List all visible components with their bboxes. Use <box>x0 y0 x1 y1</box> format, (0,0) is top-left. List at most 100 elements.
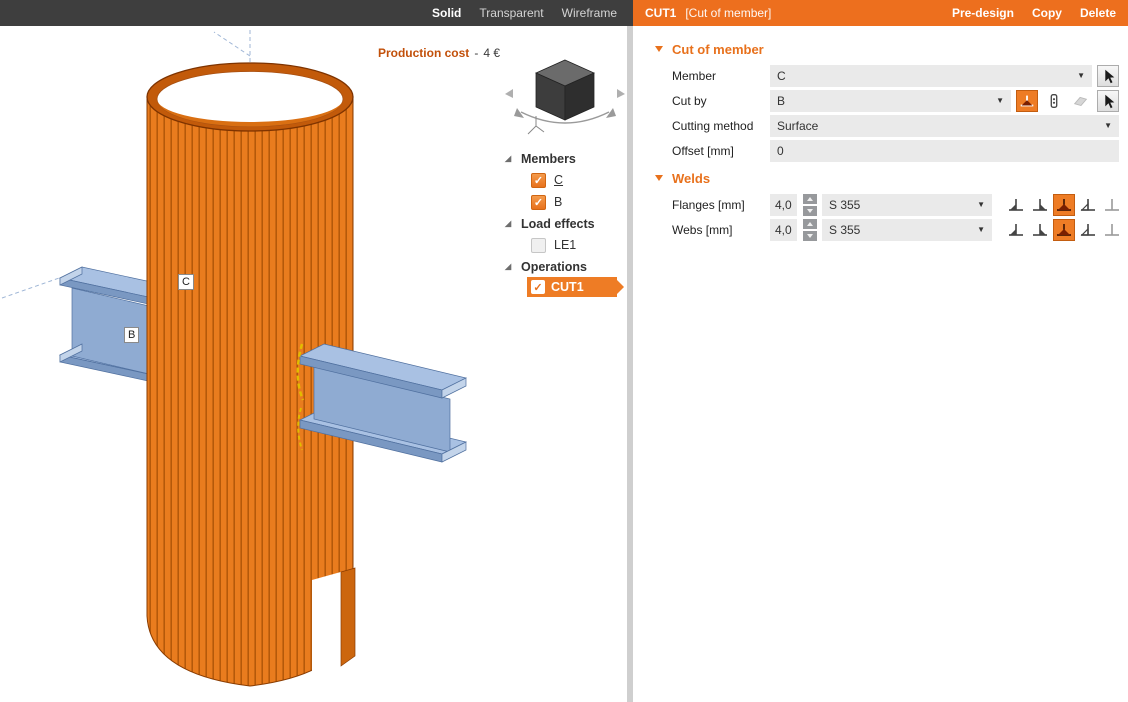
contact-plate-button[interactable] <box>1070 90 1092 112</box>
view-mode-transparent[interactable]: Transparent <box>479 6 543 20</box>
section-cut-of-member[interactable]: Cut of member <box>633 38 1119 60</box>
tree-item-label[interactable]: C <box>554 173 563 187</box>
tree-section-members: ◢ Members ✓ C ✓ B <box>505 148 632 213</box>
row-cut-by: Cut by B ▼ <box>633 88 1119 113</box>
tree-item-label[interactable]: B <box>554 195 562 209</box>
weld-double-fillet-button[interactable] <box>1053 194 1075 216</box>
bolt-option-button[interactable] <box>1043 90 1065 112</box>
member-c-tag: C <box>178 274 194 290</box>
row-cutting-method: Cutting method Surface ▼ <box>633 113 1119 138</box>
weld-butt-icon <box>1103 221 1121 239</box>
tree-header-operations[interactable]: ◢ Operations <box>505 256 632 277</box>
stepper-up-button[interactable] <box>803 219 817 229</box>
webs-size-input[interactable]: 4,0 <box>770 219 797 241</box>
scene-3d[interactable] <box>0 26 627 702</box>
viewport-3d[interactable]: Production cost - 4 € C B <box>0 26 627 702</box>
row-offset: Offset [mm] 0 <box>633 138 1119 163</box>
chevron-down-icon: ▼ <box>1098 121 1112 130</box>
cutting-method-value: Surface <box>777 119 818 133</box>
production-cost-label: Production cost <box>378 46 469 60</box>
flanges-material-dropdown[interactable]: S 355 ▼ <box>822 194 992 216</box>
stepper-down-button[interactable] <box>803 206 817 216</box>
operation-header: CUT1 [Cut of member] Pre-design Copy Del… <box>633 0 1128 26</box>
cursor-select-icon <box>1099 67 1117 85</box>
expander-icon: ◢ <box>505 219 521 228</box>
member-label: Member <box>672 69 770 83</box>
cutting-method-dropdown[interactable]: Surface ▼ <box>770 115 1119 137</box>
expander-icon: ◢ <box>505 154 521 163</box>
offset-value: 0 <box>777 144 784 158</box>
chevron-down-icon: ▼ <box>990 96 1004 105</box>
checkbox-member-c[interactable]: ✓ <box>531 173 546 188</box>
arrow-up-icon <box>807 197 813 201</box>
cut-by-dropdown[interactable]: B ▼ <box>770 90 1011 112</box>
weld-fillet-front-button[interactable] <box>1005 194 1027 216</box>
member-b-tag: B <box>124 327 139 343</box>
cut-by-label: Cut by <box>672 94 770 108</box>
operation-title: CUT1 <box>645 6 676 20</box>
weld-fillet-front-icon <box>1007 196 1025 214</box>
operation-subtitle: [Cut of member] <box>685 6 771 20</box>
weld-bevel-button[interactable] <box>1077 219 1099 241</box>
nav-cube[interactable] <box>536 60 594 120</box>
cut-by-select-in-scene-button[interactable] <box>1097 90 1119 112</box>
weld-double-fillet-icon <box>1055 196 1073 214</box>
tree-item-label[interactable]: CUT1 <box>551 280 584 294</box>
weld-fillet-front-button[interactable] <box>1005 219 1027 241</box>
tree-item-cut1[interactable]: ✓ CUT1 <box>527 277 617 297</box>
production-cost: Production cost - 4 € <box>350 46 500 60</box>
flanges-size-stepper <box>803 194 817 216</box>
member-dropdown[interactable]: C ▼ <box>770 65 1092 87</box>
webs-label: Webs [mm] <box>672 223 770 237</box>
arrow-down-icon <box>807 209 813 213</box>
expander-icon: ◢ <box>505 262 521 271</box>
weld-butt-icon <box>1103 196 1121 214</box>
stepper-up-button[interactable] <box>803 194 817 204</box>
tree-item-member-c[interactable]: ✓ C <box>505 169 632 191</box>
flanges-label: Flanges [mm] <box>672 198 770 212</box>
webs-size-stepper <box>803 219 817 241</box>
tree-item-label[interactable]: LE1 <box>554 238 576 252</box>
tree-item-member-b[interactable]: ✓ B <box>505 191 632 213</box>
weld-fillet-back-button[interactable] <box>1029 194 1051 216</box>
checkbox-le1[interactable] <box>531 238 546 253</box>
weld-option-button[interactable] <box>1016 90 1038 112</box>
bolt-option-icon <box>1045 92 1063 110</box>
member-select-in-scene-button[interactable] <box>1097 65 1119 87</box>
copy-button[interactable]: Copy <box>1032 6 1062 20</box>
tree-section-label: Operations <box>521 260 587 274</box>
view-mode-solid[interactable]: Solid <box>432 6 461 20</box>
flanges-size-input[interactable]: 4,0 <box>770 194 797 216</box>
predesign-button[interactable]: Pre-design <box>952 6 1014 20</box>
delete-button[interactable]: Delete <box>1080 6 1116 20</box>
stepper-down-button[interactable] <box>803 231 817 241</box>
webs-material-dropdown[interactable]: S 355 ▼ <box>822 219 992 241</box>
checkbox-cut1[interactable]: ✓ <box>531 280 545 294</box>
weld-option-icon <box>1018 92 1036 110</box>
tree-section-operations: ◢ Operations ✓ CUT1 <box>505 256 632 297</box>
section-welds[interactable]: Welds <box>633 167 1119 189</box>
weld-bevel-icon <box>1079 196 1097 214</box>
collapse-arrow-icon <box>655 46 663 52</box>
member-value: C <box>777 69 786 83</box>
weld-butt-button[interactable] <box>1101 219 1123 241</box>
offset-input[interactable]: 0 <box>770 140 1119 162</box>
weld-double-fillet-button[interactable] <box>1053 219 1075 241</box>
weld-fillet-back-button[interactable] <box>1029 219 1051 241</box>
row-flanges: Flanges [mm] 4,0 S 355 ▼ <box>633 192 1119 217</box>
tree-header-members[interactable]: ◢ Members <box>505 148 632 169</box>
view-mode-wireframe[interactable]: Wireframe <box>562 6 617 20</box>
checkbox-member-b[interactable]: ✓ <box>531 195 546 210</box>
check-icon: ✓ <box>534 174 543 187</box>
weld-bevel-button[interactable] <box>1077 194 1099 216</box>
tree-header-load-effects[interactable]: ◢ Load effects <box>505 213 632 234</box>
offset-label: Offset [mm] <box>672 144 770 158</box>
cursor-select-icon <box>1099 92 1117 110</box>
weld-butt-button[interactable] <box>1101 194 1123 216</box>
flanges-weld-type-buttons <box>1005 194 1123 216</box>
flanges-material-value: S 355 <box>829 198 860 212</box>
weld-fillet-back-icon <box>1031 221 1049 239</box>
flanges-size-value: 4,0 <box>775 198 792 212</box>
tree-item-le1[interactable]: LE1 <box>505 234 632 256</box>
chevron-down-icon: ▼ <box>1071 71 1085 80</box>
